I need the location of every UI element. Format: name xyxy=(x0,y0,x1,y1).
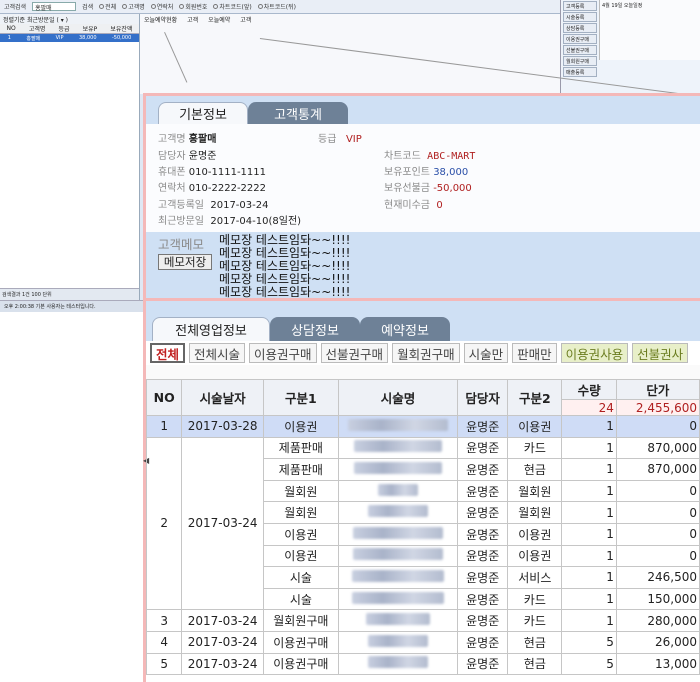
radio-phone[interactable]: 연락처 xyxy=(150,2,173,11)
table-header-row: NO 시술날자 구분1 시술명 담당자 구분2 수량 단가 xyxy=(145,379,700,416)
basic-info-panel: 기본정보 고객통계 고객명 홍팔매 등급 VIP 담당자 윤명준 차트코드 AB… xyxy=(143,93,700,301)
voucher-buy-button[interactable]: 이용권구매 xyxy=(563,34,597,44)
total-qty: 24 xyxy=(561,399,617,416)
blurred-name xyxy=(351,591,444,604)
sales-tabs: 전체영업정보 상담정보 예약정보 xyxy=(146,301,700,341)
chart-code-value: ABC-MART xyxy=(427,151,476,162)
col-type1[interactable]: 구분1 xyxy=(262,379,339,416)
sales-register-button[interactable]: 매출등록 xyxy=(563,67,597,77)
blurred-name xyxy=(377,483,418,496)
blurred-name xyxy=(367,634,428,647)
blurred-name xyxy=(353,440,442,453)
filter-all[interactable]: 전체 xyxy=(150,343,186,363)
last-visit-value: 2017-04-10(8일전) xyxy=(210,216,302,227)
customer-name-value: 홍팔매 xyxy=(188,134,217,145)
filter-monthly-buy[interactable]: 월회권구매 xyxy=(392,343,460,363)
prepaid-value: -50,000 xyxy=(433,183,472,194)
points-label: 보유포인트 xyxy=(384,167,430,178)
radio-member-no[interactable]: 회원번호 xyxy=(179,2,207,11)
customer-name-label: 고객명 xyxy=(158,134,186,145)
col-price[interactable]: 단가 xyxy=(615,379,700,400)
tab-basic-info[interactable]: 기본정보 xyxy=(158,102,248,124)
treatment-register-button[interactable]: 시술등록 xyxy=(563,12,597,22)
col-treatment-name[interactable]: 시술명 xyxy=(337,379,459,416)
col-type2[interactable]: 구분2 xyxy=(507,379,563,416)
radio-name[interactable]: 고객명 xyxy=(122,2,145,11)
blurred-name xyxy=(353,461,442,474)
filter-voucher-buy[interactable]: 이용권구매 xyxy=(249,343,317,363)
tab-all-sales[interactable]: 전체영업정보 xyxy=(152,317,270,341)
staff-value: 윤명준 xyxy=(188,151,217,162)
blurred-name xyxy=(367,505,428,518)
filter-sales-only[interactable]: 판매만 xyxy=(512,343,557,363)
tab-customer-stats[interactable]: 고객통계 xyxy=(248,102,348,124)
customer-list-header: NO 고객명 등급 보유P 보유잔액 xyxy=(0,24,139,34)
consult-register-button[interactable]: 상담등록 xyxy=(563,23,597,33)
customer-list-panel: 정렬기준 최근방문일 ( ▾ ) NO 고객명 등급 보유P 보유잔액 1 홍팔매 VIP 3… xyxy=(0,14,140,300)
memo-label: 고객메모 xyxy=(158,237,205,252)
customer-list-row[interactable]: 1 홍팔매 VIP 38,000 -50,000 xyxy=(0,34,139,42)
blurred-name xyxy=(347,418,448,431)
filter-prepaid-buy[interactable]: 선불권구매 xyxy=(320,343,389,363)
table-row[interactable]: 5 2017-03-24 이용권구매 윤명준 현금 5 13,000 xyxy=(145,652,700,676)
table-row[interactable]: 1 2017-03-28 이용권 윤명준 이용권 1 0 xyxy=(145,415,700,438)
radio-chart-front[interactable]: 차트코드(앞) xyxy=(213,2,252,11)
search-input[interactable]: 홍팔매 xyxy=(32,2,77,12)
sort-filter[interactable]: 정렬기준 최근방문일 ( ▾ ) xyxy=(0,14,139,24)
memo-section: 고객메모 메모저장 메모장 테스트임돠~~!!!! 메모장 테스트임돠~~!!!… xyxy=(146,232,700,301)
search-bar: 고객검색 홍팔매 검색 전체 고객명 연락처 회원번호 차트코드(앞) 차트코드… xyxy=(0,0,560,14)
customer-register-button[interactable]: 고객등록 xyxy=(563,1,597,11)
grade-value: VIP xyxy=(345,134,362,145)
total-price: 2,455,600 xyxy=(615,399,700,416)
monthly-buy-button[interactable]: 월회원구매 xyxy=(563,56,597,66)
filter-all-treatment[interactable]: 전체시술 xyxy=(189,343,246,363)
unpaid-label: 현재미수금 xyxy=(384,200,430,211)
today-reservation-panel: 오늘예약현황 고객 오늘예약 고객 xyxy=(140,14,560,94)
blurred-name xyxy=(352,548,443,561)
blurred-name xyxy=(351,569,444,582)
memo-save-button[interactable]: 메모저장 xyxy=(158,254,212,270)
info-tabs: 기본정보 고객통계 xyxy=(146,96,700,124)
search-result-count: 검색결과 1건 100 단위 xyxy=(0,288,139,300)
col-date[interactable]: 시술날자 xyxy=(181,379,264,416)
blurred-name xyxy=(367,656,428,669)
sales-info-panel: 전체영업정보 상담정보 예약정보 전체 전체시술 이용권구매 선불권구매 월회권… xyxy=(143,298,700,682)
filter-prepaid-use[interactable]: 선불권사 xyxy=(632,343,689,363)
col-staff[interactable]: 담당자 xyxy=(457,379,509,416)
quick-action-panel: 고객등록 시술등록 상담등록 이용권구매 선불권구매 월회원구매 매출등록 4월… xyxy=(560,0,700,100)
table-row[interactable]: 4 2017-03-24 이용권구매 윤명준 현금 5 26,000 xyxy=(145,630,700,654)
mobile-value: 010-1111-1111 xyxy=(188,167,266,178)
chart-code-label: 차트코드 xyxy=(384,151,421,162)
table-row[interactable]: 2 2017-03-24 제품판매 윤명준 카드 1 870,000 xyxy=(145,436,700,611)
mobile-label: 휴대폰 xyxy=(158,167,186,178)
search-button[interactable]: 검색 xyxy=(82,2,93,11)
staff-label: 담당자 xyxy=(158,151,186,162)
phone-value: 010-2222-2222 xyxy=(188,183,266,194)
last-visit-label: 최근방문일 xyxy=(158,216,204,227)
table-row[interactable]: 3 2017-03-24 월회원구매 윤명준 카드 1 280,000 xyxy=(145,609,700,632)
phone-label: 연락처 xyxy=(158,183,186,194)
sales-table: NO 시술날자 구분1 시술명 담당자 구분2 수량 단가 24 2,455,6… xyxy=(145,379,700,676)
points-value: 38,000 xyxy=(433,167,469,178)
blurred-name xyxy=(352,526,443,539)
filter-voucher-use[interactable]: 이용권사용 xyxy=(560,343,629,363)
register-date-label: 고객등록일 xyxy=(158,200,204,211)
sales-filter-tabs: 전체 전체시술 이용권구매 선불권구매 월회권구매 시술만 판매만 이용권사용 … xyxy=(146,341,700,365)
prepaid-buy-button[interactable]: 선불권구매 xyxy=(563,45,597,55)
search-label: 고객검색 xyxy=(4,4,27,11)
filter-treatment-only[interactable]: 시술만 xyxy=(463,343,509,363)
radio-all[interactable]: 전체 xyxy=(99,2,116,11)
grade-label: 등급 xyxy=(318,134,337,145)
tab-reservation[interactable]: 예약정보 xyxy=(360,317,450,341)
col-no[interactable]: NO xyxy=(145,379,183,416)
radio-chart-back[interactable]: 차트코드(뒤) xyxy=(257,2,296,11)
prepaid-label: 보유선불금 xyxy=(384,183,430,194)
memo-textarea[interactable]: 메모장 테스트임돠~~!!!! 메모장 테스트임돠~~!!!! 메모장 테스트임… xyxy=(219,234,351,299)
col-qty[interactable]: 수량 xyxy=(561,379,617,400)
schedule-calendar: 4월 19일 오늘일정 xyxy=(599,0,700,60)
tab-consult[interactable]: 상담정보 xyxy=(270,317,360,341)
blurred-name xyxy=(365,613,430,626)
unpaid-value: 0 xyxy=(436,200,443,211)
register-date-value: 2017-03-24 xyxy=(210,200,269,211)
